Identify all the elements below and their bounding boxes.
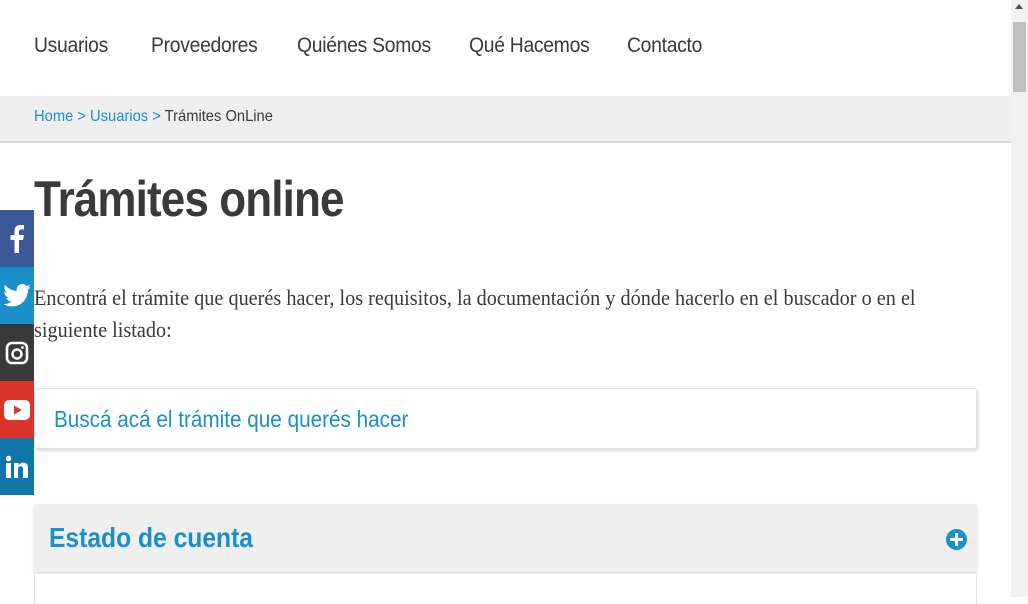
scroll-up-icon[interactable] <box>1015 4 1023 9</box>
search-placeholder: Buscá acá el trámite que querés hacer <box>54 406 409 432</box>
linkedin-link[interactable] <box>0 438 34 495</box>
facebook-icon <box>10 224 24 253</box>
breadcrumb-home-link[interactable]: Home <box>34 108 73 125</box>
scrollbar-thumb[interactable] <box>1013 22 1026 92</box>
youtube-icon <box>4 399 30 420</box>
nav-item-quienes-somos[interactable]: Quiénes Somos <box>297 34 431 58</box>
nav-item-proveedores[interactable]: Proveedores <box>151 34 258 58</box>
nav-item-que-hacemos[interactable]: Qué Hacemos <box>469 34 590 58</box>
linkedin-icon <box>5 455 28 478</box>
twitter-icon <box>3 284 31 307</box>
nav-item-usuarios[interactable]: Usuarios <box>34 34 108 58</box>
plus-circle-icon[interactable] <box>946 529 967 550</box>
page-title: Trámites online <box>34 171 344 227</box>
youtube-link[interactable] <box>0 381 34 438</box>
breadcrumb: Home > Usuarios > Trámites OnLine <box>34 108 273 126</box>
accordion-body <box>34 574 977 604</box>
instagram-icon <box>5 341 29 364</box>
tramite-search-input[interactable]: Buscá acá el trámite que querés hacer <box>34 388 977 449</box>
intro-text: Encontrá el trámite que querés hacer, lo… <box>34 285 916 342</box>
accordion-estado-de-cuenta[interactable]: Estado de cuenta <box>34 504 977 572</box>
breadcrumb-current: Trámites OnLine <box>164 108 273 125</box>
breadcrumb-bar: Home > Usuarios > Trámites OnLine <box>0 96 1011 143</box>
twitter-link[interactable] <box>0 267 34 324</box>
breadcrumb-usuarios-link[interactable]: Usuarios <box>90 108 148 125</box>
breadcrumb-separator: > <box>73 108 91 125</box>
breadcrumb-separator: > <box>148 108 165 125</box>
instagram-link[interactable] <box>0 324 34 381</box>
top-navigation: Usuarios Proveedores Quiénes Somos Qué H… <box>0 0 1011 96</box>
accordion-title: Estado de cuenta <box>49 522 254 553</box>
nav-item-contacto[interactable]: Contacto <box>627 34 702 58</box>
facebook-link[interactable] <box>0 210 34 267</box>
scrollbar[interactable] <box>1011 0 1028 597</box>
